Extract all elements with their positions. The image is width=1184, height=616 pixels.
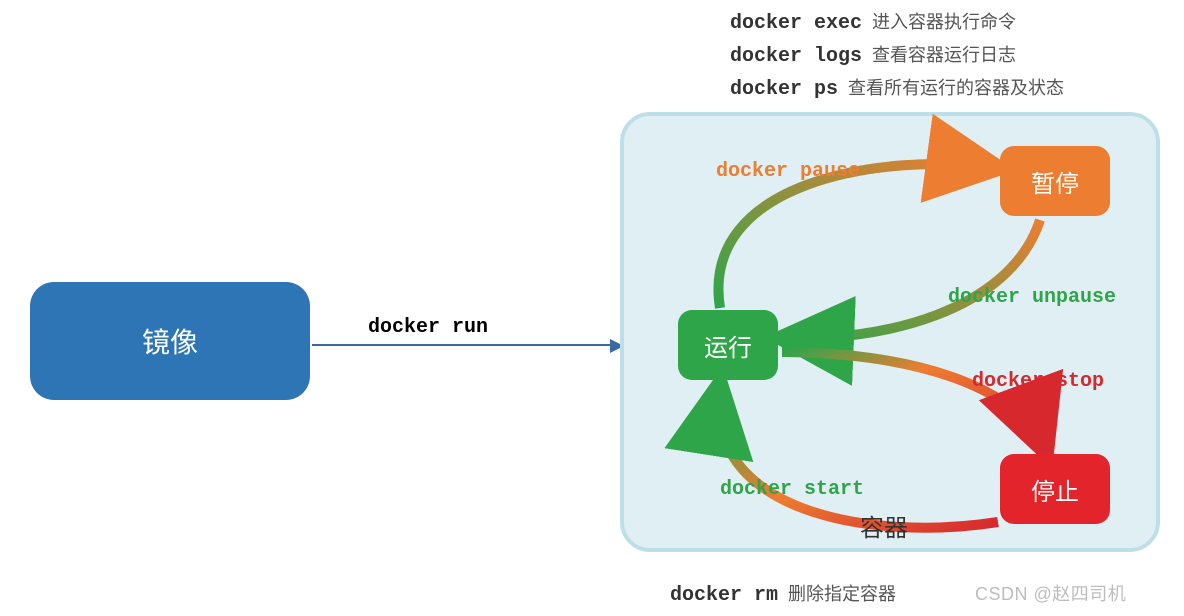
- info-row: docker exec 进入容器执行命令: [730, 8, 1064, 35]
- run-arrow-line: [312, 344, 612, 346]
- state-run-label: 运行: [704, 328, 752, 363]
- info-desc: 进入容器执行命令: [872, 8, 1016, 34]
- rm-cmd: docker rm: [670, 584, 778, 607]
- info-cmd: docker logs: [730, 45, 862, 68]
- info-row: docker logs 查看容器运行日志: [730, 41, 1064, 68]
- image-node-label: 镜像: [142, 321, 198, 361]
- info-desc: 查看容器运行日志: [872, 41, 1016, 67]
- info-command-list: docker exec 进入容器执行命令 docker logs 查看容器运行日…: [730, 8, 1064, 107]
- state-stop-label: 停止: [1031, 472, 1079, 507]
- rm-desc: 删除指定容器: [788, 580, 896, 606]
- image-node: 镜像: [30, 282, 310, 400]
- container-label: 容器: [860, 508, 908, 543]
- watermark: CSDN @赵四司机: [975, 580, 1126, 606]
- edge-label-stop: docker stop: [972, 370, 1104, 393]
- info-cmd: docker exec: [730, 12, 862, 35]
- info-desc: 查看所有运行的容器及状态: [848, 74, 1064, 100]
- info-cmd: docker ps: [730, 78, 838, 101]
- edge-label-run: docker run: [368, 316, 488, 339]
- edge-label-pause: docker pause: [716, 160, 860, 183]
- state-pause: 暂停: [1000, 146, 1110, 216]
- rm-command-line: docker rm 删除指定容器: [670, 580, 896, 607]
- info-row: docker ps 查看所有运行的容器及状态: [730, 74, 1064, 101]
- state-run: 运行: [678, 310, 778, 380]
- state-stop: 停止: [1000, 454, 1110, 524]
- state-pause-label: 暂停: [1031, 164, 1079, 199]
- edge-label-start: docker start: [720, 478, 864, 501]
- edge-label-unpause: docker unpause: [948, 286, 1116, 309]
